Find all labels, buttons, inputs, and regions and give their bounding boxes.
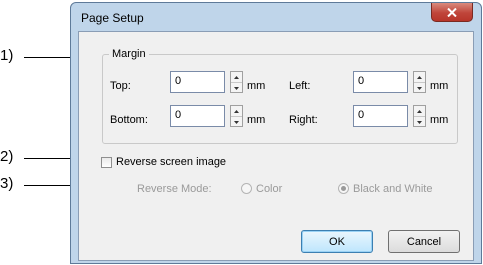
margin-group bbox=[102, 54, 458, 144]
bottom-spin-up[interactable] bbox=[231, 106, 242, 116]
top-input[interactable]: 0 bbox=[170, 71, 225, 93]
margin-group-label: Margin bbox=[109, 48, 149, 60]
top-label: Top: bbox=[110, 80, 131, 92]
bottom-unit: mm bbox=[247, 114, 266, 126]
color-radio[interactable] bbox=[241, 183, 252, 194]
down-arrow-icon bbox=[234, 120, 239, 124]
callout-1: 1) bbox=[0, 47, 14, 64]
left-spin-up[interactable] bbox=[414, 72, 425, 82]
right-spin-up[interactable] bbox=[414, 106, 425, 116]
up-arrow-icon bbox=[417, 75, 422, 79]
reverse-mode-label: Reverse Mode: bbox=[137, 183, 212, 195]
dialog-body: Margin Top: 0 mm Left: 0 mm Bottom: 0 mm… bbox=[78, 31, 474, 261]
down-arrow-icon bbox=[417, 86, 422, 90]
right-unit: mm bbox=[430, 114, 449, 126]
bottom-spin-down[interactable] bbox=[231, 116, 242, 127]
color-radio-label[interactable]: Color bbox=[256, 183, 282, 195]
right-label: Right: bbox=[289, 114, 318, 126]
left-spinner[interactable] bbox=[413, 71, 426, 93]
right-spinner[interactable] bbox=[413, 105, 426, 127]
top-spin-up[interactable] bbox=[231, 72, 242, 82]
bottom-label: Bottom: bbox=[110, 114, 148, 126]
cancel-button[interactable]: Cancel bbox=[388, 230, 460, 253]
up-arrow-icon bbox=[234, 75, 239, 79]
black-white-radio[interactable] bbox=[338, 183, 349, 194]
up-arrow-icon bbox=[417, 109, 422, 113]
right-spin-down[interactable] bbox=[414, 116, 425, 127]
left-label: Left: bbox=[289, 80, 311, 92]
top-spin-down[interactable] bbox=[231, 82, 242, 93]
top-unit: mm bbox=[247, 80, 266, 92]
reverse-screen-label[interactable]: Reverse screen image bbox=[116, 156, 226, 168]
callout-2: 2) bbox=[0, 148, 14, 165]
up-arrow-icon bbox=[234, 109, 239, 113]
dialog-title: Page Setup bbox=[81, 11, 144, 25]
close-button[interactable] bbox=[431, 3, 473, 22]
bottom-spinner[interactable] bbox=[230, 105, 243, 127]
left-spin-down[interactable] bbox=[414, 82, 425, 93]
reverse-screen-checkbox[interactable] bbox=[101, 157, 112, 168]
bottom-input[interactable]: 0 bbox=[170, 105, 225, 127]
down-arrow-icon bbox=[234, 86, 239, 90]
right-input[interactable]: 0 bbox=[353, 105, 408, 127]
down-arrow-icon bbox=[417, 120, 422, 124]
black-white-radio-label[interactable]: Black and White bbox=[353, 183, 432, 195]
close-icon bbox=[447, 7, 457, 17]
title-bar: Page Setup bbox=[71, 3, 481, 31]
left-unit: mm bbox=[430, 80, 449, 92]
callout-3: 3) bbox=[0, 175, 14, 192]
page-setup-dialog: Page Setup Margin Top: 0 mm Left: 0 mm B… bbox=[70, 2, 482, 264]
ok-button[interactable]: OK bbox=[301, 230, 373, 253]
left-input[interactable]: 0 bbox=[353, 71, 408, 93]
top-spinner[interactable] bbox=[230, 71, 243, 93]
